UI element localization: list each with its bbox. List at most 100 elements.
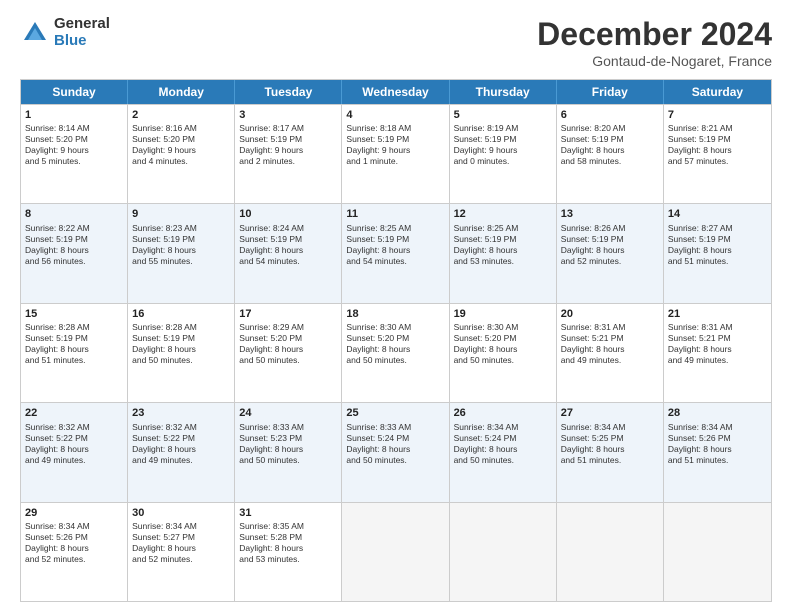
cell-info-line: and 51 minutes. [668,455,767,466]
cell-info-line: and 54 minutes. [346,256,444,267]
day-number: 28 [668,406,767,420]
cell-info-line: Sunset: 5:21 PM [668,333,767,344]
cell-info-line: and 50 minutes. [239,455,337,466]
header-day-tuesday: Tuesday [235,80,342,104]
day-cell-26: 26Sunrise: 8:34 AMSunset: 5:24 PMDayligh… [450,403,557,501]
cell-info-line: and 56 minutes. [25,256,123,267]
cell-info-line: Sunrise: 8:26 AM [561,223,659,234]
day-cell-10: 10Sunrise: 8:24 AMSunset: 5:19 PMDayligh… [235,204,342,302]
cell-info-line: Sunrise: 8:18 AM [346,123,444,134]
cell-info-line: Daylight: 8 hours [132,245,230,256]
month-title: December 2024 [537,16,772,53]
title-block: December 2024 Gontaud-de-Nogaret, France [537,16,772,69]
cell-info-line: Daylight: 9 hours [239,145,337,156]
day-number: 4 [346,108,444,122]
cell-info-line: Daylight: 8 hours [346,344,444,355]
header-day-wednesday: Wednesday [342,80,449,104]
cell-info-line: Sunset: 5:27 PM [132,532,230,543]
day-number: 9 [132,207,230,221]
day-cell-17: 17Sunrise: 8:29 AMSunset: 5:20 PMDayligh… [235,304,342,402]
cell-info-line: Sunrise: 8:34 AM [132,521,230,532]
day-cell-23: 23Sunrise: 8:32 AMSunset: 5:22 PMDayligh… [128,403,235,501]
day-number: 19 [454,307,552,321]
cell-info-line: Sunset: 5:26 PM [668,433,767,444]
cell-info-line: and 55 minutes. [132,256,230,267]
calendar-row-3: 15Sunrise: 8:28 AMSunset: 5:19 PMDayligh… [21,303,771,402]
day-cell-6: 6Sunrise: 8:20 AMSunset: 5:19 PMDaylight… [557,105,664,203]
cell-info-line: Sunrise: 8:35 AM [239,521,337,532]
cell-info-line: Daylight: 8 hours [668,245,767,256]
cell-info-line: Daylight: 8 hours [25,344,123,355]
cell-info-line: Sunset: 5:19 PM [561,234,659,245]
cell-info-line: Sunrise: 8:33 AM [239,422,337,433]
cell-info-line: Sunrise: 8:31 AM [561,322,659,333]
day-number: 25 [346,406,444,420]
day-number: 5 [454,108,552,122]
empty-cell [557,503,664,601]
day-cell-8: 8Sunrise: 8:22 AMSunset: 5:19 PMDaylight… [21,204,128,302]
day-number: 31 [239,506,337,520]
cell-info-line: Daylight: 8 hours [132,543,230,554]
cell-info-line: Sunrise: 8:28 AM [25,322,123,333]
cell-info-line: Sunrise: 8:24 AM [239,223,337,234]
logo-general-text: General [54,16,110,33]
cell-info-line: Sunrise: 8:34 AM [561,422,659,433]
cell-info-line: and 52 minutes. [132,554,230,565]
cell-info-line: and 50 minutes. [346,355,444,366]
cell-info-line: Daylight: 8 hours [25,245,123,256]
cell-info-line: Daylight: 9 hours [25,145,123,156]
logo-icon [20,18,50,48]
day-number: 7 [668,108,767,122]
cell-info-line: Daylight: 9 hours [454,145,552,156]
cell-info-line: Sunset: 5:20 PM [454,333,552,344]
cell-info-line: Sunset: 5:19 PM [25,234,123,245]
cell-info-line: Daylight: 8 hours [668,145,767,156]
logo-blue-text: Blue [54,33,110,50]
cell-info-line: Sunset: 5:25 PM [561,433,659,444]
cell-info-line: and 4 minutes. [132,156,230,167]
calendar: SundayMondayTuesdayWednesdayThursdayFrid… [20,79,772,602]
cell-info-line: Sunrise: 8:25 AM [346,223,444,234]
cell-info-line: Sunrise: 8:16 AM [132,123,230,134]
day-cell-12: 12Sunrise: 8:25 AMSunset: 5:19 PMDayligh… [450,204,557,302]
cell-info-line: Sunrise: 8:34 AM [454,422,552,433]
day-number: 21 [668,307,767,321]
cell-info-line: Sunset: 5:21 PM [561,333,659,344]
header-day-thursday: Thursday [450,80,557,104]
cell-info-line: Sunset: 5:28 PM [239,532,337,543]
cell-info-line: Sunrise: 8:30 AM [346,322,444,333]
cell-info-line: and 51 minutes. [25,355,123,366]
empty-cell [664,503,771,601]
cell-info-line: Sunset: 5:20 PM [239,333,337,344]
day-number: 13 [561,207,659,221]
cell-info-line: Sunrise: 8:19 AM [454,123,552,134]
cell-info-line: Sunset: 5:26 PM [25,532,123,543]
cell-info-line: and 52 minutes. [25,554,123,565]
cell-info-line: Sunset: 5:19 PM [454,134,552,145]
cell-info-line: Daylight: 8 hours [668,444,767,455]
cell-info-line: Sunset: 5:20 PM [346,333,444,344]
day-cell-3: 3Sunrise: 8:17 AMSunset: 5:19 PMDaylight… [235,105,342,203]
cell-info-line: Sunset: 5:19 PM [239,134,337,145]
cell-info-line: Sunset: 5:22 PM [25,433,123,444]
cell-info-line: Sunset: 5:19 PM [132,234,230,245]
day-cell-18: 18Sunrise: 8:30 AMSunset: 5:20 PMDayligh… [342,304,449,402]
cell-info-line: and 58 minutes. [561,156,659,167]
cell-info-line: Sunrise: 8:30 AM [454,322,552,333]
cell-info-line: and 49 minutes. [668,355,767,366]
cell-info-line: Sunrise: 8:29 AM [239,322,337,333]
day-number: 18 [346,307,444,321]
day-cell-31: 31Sunrise: 8:35 AMSunset: 5:28 PMDayligh… [235,503,342,601]
day-cell-29: 29Sunrise: 8:34 AMSunset: 5:26 PMDayligh… [21,503,128,601]
cell-info-line: and 50 minutes. [239,355,337,366]
day-number: 11 [346,207,444,221]
cell-info-line: and 50 minutes. [454,355,552,366]
cell-info-line: Daylight: 8 hours [132,444,230,455]
day-number: 26 [454,406,552,420]
cell-info-line: and 50 minutes. [454,455,552,466]
day-cell-22: 22Sunrise: 8:32 AMSunset: 5:22 PMDayligh… [21,403,128,501]
cell-info-line: Daylight: 8 hours [454,444,552,455]
cell-info-line: Sunrise: 8:21 AM [668,123,767,134]
day-cell-14: 14Sunrise: 8:27 AMSunset: 5:19 PMDayligh… [664,204,771,302]
cell-info-line: Sunset: 5:19 PM [454,234,552,245]
